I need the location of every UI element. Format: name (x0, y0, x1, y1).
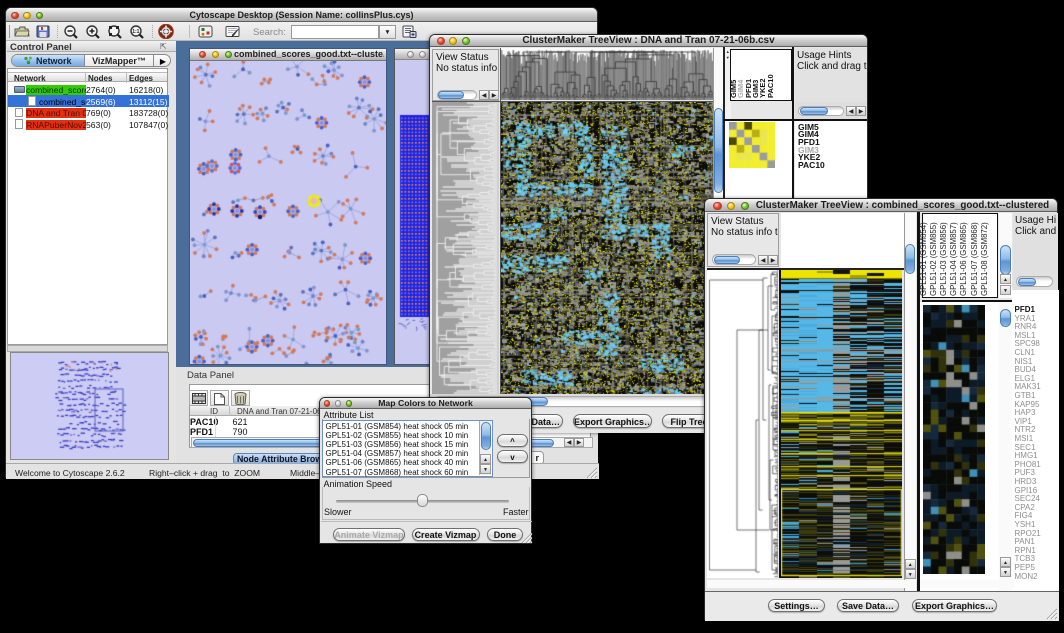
svg-text:1:1: 1:1 (132, 29, 139, 35)
